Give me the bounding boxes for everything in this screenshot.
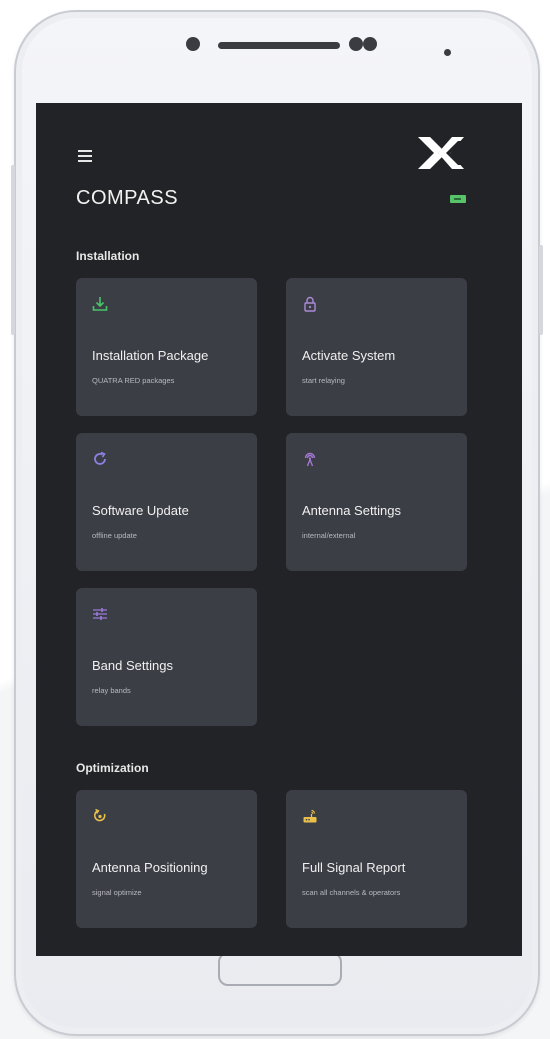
router-icon	[303, 809, 317, 823]
card-installation-package[interactable]: Installation Package QUATRA RED packages	[76, 278, 257, 416]
card-title: Software Update	[92, 503, 189, 518]
sensor-left	[349, 37, 363, 51]
power-button[interactable]	[539, 245, 543, 335]
card-subtitle: QUATRA RED packages	[92, 376, 175, 385]
card-antenna-settings[interactable]: Antenna Settings internal/external	[286, 433, 467, 571]
card-subtitle: internal/external	[302, 531, 356, 540]
front-camera	[186, 37, 200, 51]
card-title: Installation Package	[92, 348, 209, 363]
battery-icon	[450, 195, 466, 203]
card-subtitle: relay bands	[92, 686, 131, 695]
lock-icon	[304, 296, 316, 312]
card-subtitle: signal optimize	[92, 888, 142, 897]
card-title: Antenna Positioning	[92, 860, 208, 875]
proximity-sensor	[444, 49, 451, 56]
card-subtitle: start relaying	[302, 376, 345, 385]
card-subtitle: scan all channels & operators	[302, 888, 401, 897]
card-title: Activate System	[302, 348, 396, 363]
app-screen: COMPASS Installation Installation Packag…	[36, 103, 522, 956]
hamburger-menu-icon[interactable]	[78, 150, 92, 162]
section-title-optimization: Optimization	[76, 761, 149, 775]
card-subtitle: offline update	[92, 531, 137, 540]
card-title: Antenna Settings	[302, 503, 402, 518]
home-button[interactable]	[218, 952, 342, 986]
sliders-icon	[93, 608, 107, 620]
card-band-settings[interactable]: Band Settings relay bands	[76, 588, 257, 726]
section-title-installation: Installation	[76, 249, 140, 263]
sensor-right	[363, 37, 377, 51]
download-icon	[92, 297, 108, 311]
refresh-icon	[94, 451, 106, 465]
volume-button[interactable]	[11, 165, 15, 335]
card-software-update[interactable]: Software Update offline update	[76, 433, 257, 571]
compass-target-icon	[93, 808, 106, 822]
card-full-signal-report[interactable]: Full Signal Report scan all channels & o…	[286, 790, 467, 928]
card-title: Full Signal Report	[302, 860, 406, 875]
antenna-icon	[304, 452, 316, 467]
card-title: Band Settings	[92, 658, 173, 673]
card-activate-system[interactable]: Activate System start relaying	[286, 278, 467, 416]
app-title: COMPASS	[76, 187, 179, 209]
card-antenna-positioning[interactable]: Antenna Positioning signal optimize	[76, 790, 257, 928]
brand-logo	[418, 137, 464, 169]
earpiece-speaker	[218, 42, 340, 49]
